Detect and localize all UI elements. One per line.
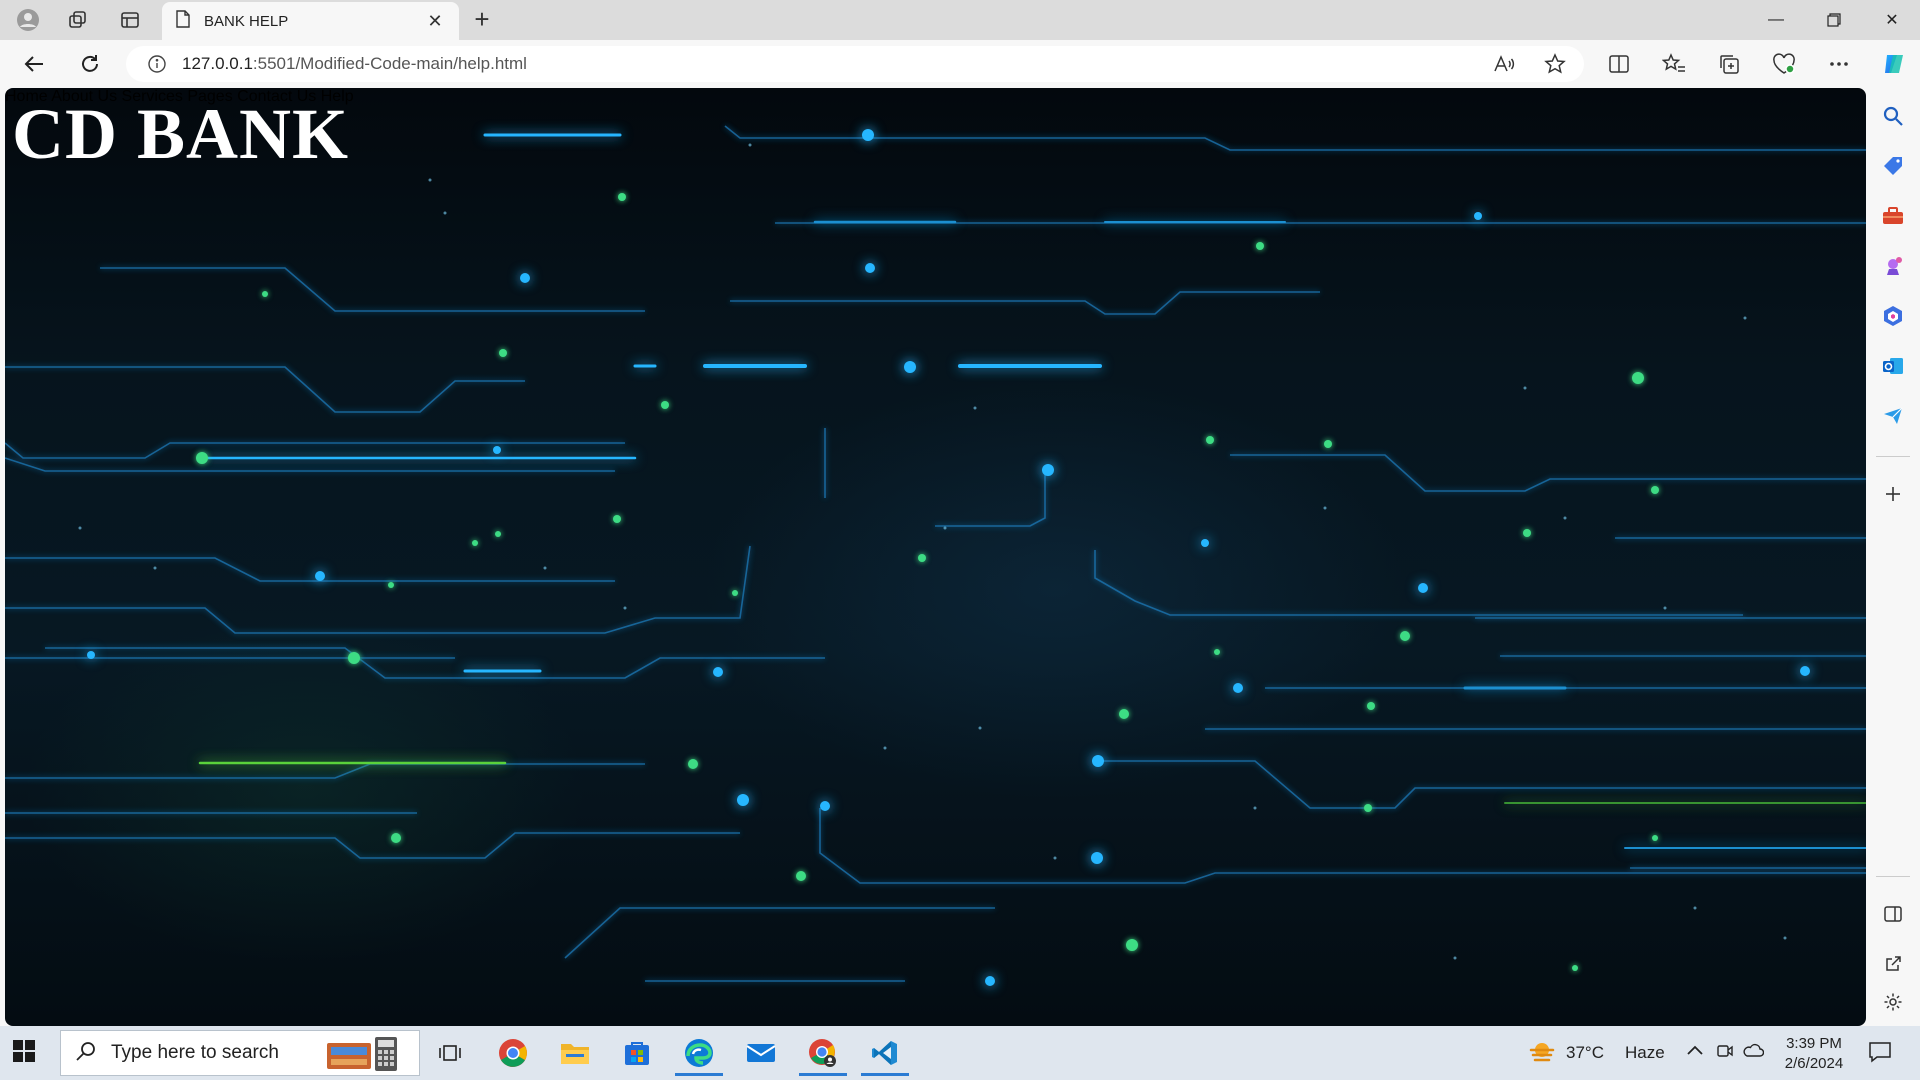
back-button[interactable] [20, 50, 48, 78]
restore-button[interactable] [1806, 0, 1862, 40]
vscode-icon[interactable] [857, 1030, 913, 1076]
file-explorer-icon[interactable] [547, 1030, 603, 1076]
task-view-icon[interactable] [422, 1030, 478, 1076]
edge-icon[interactable] [671, 1030, 727, 1076]
system-clock[interactable]: 3:39 PM 2/6/2024 [1770, 1034, 1858, 1074]
collections-icon[interactable] [1715, 50, 1743, 78]
outlook-icon[interactable] [1879, 352, 1907, 380]
microsoft-365-icon[interactable] [1879, 302, 1907, 330]
favorites-icon[interactable] [1660, 50, 1688, 78]
active-tab[interactable]: BANK HELP ✕ [162, 2, 459, 40]
site-logo[interactable]: CD BANK [12, 94, 349, 174]
split-screen-icon[interactable] [1605, 50, 1633, 78]
sidebar-divider [1876, 456, 1910, 457]
url-field[interactable]: 127.0.0.1:5501/Modified-Code-main/help.h… [126, 46, 1584, 82]
add-sidebar-app-icon[interactable] [1879, 480, 1907, 508]
close-tab-icon[interactable]: ✕ [425, 11, 445, 32]
browser-essentials-icon[interactable] [1770, 50, 1798, 78]
mail-icon[interactable] [733, 1030, 789, 1076]
shopping-tag-icon[interactable] [1879, 152, 1907, 180]
site-header: CD BANK Home About Us Services Pages Con… [5, 88, 1866, 178]
vertical-tabs-icon[interactable] [116, 6, 144, 34]
minimize-button[interactable]: — [1748, 0, 1804, 40]
microsoft-store-icon[interactable] [609, 1030, 665, 1076]
site-info-icon[interactable] [146, 53, 168, 75]
webpage-viewport: CD BANK Home About Us Services Pages Con… [5, 88, 1866, 1026]
page-icon [176, 9, 190, 33]
clock-date: 2/6/2024 [1784, 1055, 1844, 1072]
circuit-background [5, 125, 1866, 986]
notifications-icon[interactable] [1868, 1041, 1892, 1068]
send-icon[interactable] [1879, 402, 1907, 430]
weather-temperature[interactable]: 37°C [1566, 1043, 1604, 1063]
search-icon[interactable] [1879, 102, 1907, 130]
search-highlight-icon[interactable] [321, 1035, 417, 1080]
url-text: 127.0.0.1:5501/Modified-Code-main/help.h… [182, 54, 527, 73]
tab-title: BANK HELP [204, 12, 289, 30]
search-placeholder: Type here to search [111, 1042, 279, 1063]
address-bar-row: 127.0.0.1:5501/Modified-Code-main/help.h… [0, 40, 1920, 88]
close-window-button[interactable]: ✕ [1864, 0, 1920, 40]
sidebar-settings-icon[interactable] [1879, 988, 1907, 1016]
clock-time: 3:39 PM [1786, 1035, 1842, 1052]
copilot-icon[interactable] [1880, 50, 1908, 78]
profile-icon[interactable] [14, 6, 42, 34]
read-aloud-icon[interactable] [1490, 50, 1518, 78]
weather-description[interactable]: Haze [1625, 1043, 1665, 1063]
browser-tab-bar: BANK HELP ✕ + — ✕ [0, 0, 1920, 40]
search-icon [75, 1040, 97, 1067]
edge-sidebar [1866, 88, 1920, 1026]
show-hidden-icons-icon[interactable] [1686, 1043, 1704, 1062]
refresh-button[interactable] [76, 50, 104, 78]
workspaces-icon[interactable] [64, 6, 92, 34]
windows-start-icon[interactable] [12, 1039, 40, 1067]
weather-haze-icon[interactable] [1528, 1040, 1556, 1069]
chrome-profile-icon[interactable] [795, 1030, 851, 1076]
meet-now-icon[interactable] [1716, 1042, 1734, 1065]
external-link-icon[interactable] [1879, 950, 1907, 978]
onedrive-cloud-icon[interactable] [1742, 1042, 1765, 1063]
sidebar-divider [1876, 876, 1910, 877]
new-tab-button[interactable]: + [468, 6, 496, 34]
windows-taskbar: Type here to search 37°C Haze 3:39 PM 2/… [0, 1026, 1920, 1080]
favorite-star-icon[interactable] [1541, 50, 1569, 78]
games-icon[interactable] [1879, 252, 1907, 280]
hide-sidebar-icon[interactable] [1879, 900, 1907, 928]
chrome-icon[interactable] [485, 1030, 541, 1076]
taskbar-search-field[interactable]: Type here to search [60, 1030, 420, 1076]
more-options-icon[interactable] [1825, 50, 1853, 78]
tools-briefcase-icon[interactable] [1879, 202, 1907, 230]
